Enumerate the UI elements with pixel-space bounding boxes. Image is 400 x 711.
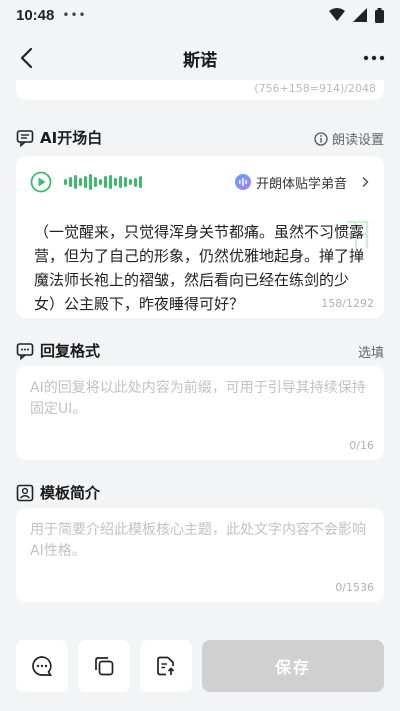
voice-row: 开朗体贴学弟音 [30,170,372,194]
status-time: 10:48 [16,6,55,24]
ai-opening-title: AI开场白 [40,129,103,147]
chat-button[interactable] [16,640,68,692]
reply-format-title: 回复格式 [40,342,101,360]
voice-name-label: 开朗体贴学弟音 [255,176,347,192]
prompt-card-bottom: (756+158=914)/2048 [16,80,384,100]
ai-opening-text[interactable]: （一觉醒来，只觉得浑身关节都痛。虽然不习惯露营，但为了自己的形象，仍然优雅地起身… [34,220,368,316]
info-icon [314,131,328,146]
template-intro-heading: 模板简介 [16,482,100,503]
reply-format-heading: 回复格式 [16,340,100,361]
back-icon [20,47,33,69]
page-title: 斯诺 [183,50,217,71]
app-header: 斯诺 [0,30,400,86]
play-icon[interactable] [30,171,52,193]
template-intro-placeholder: 用于简要介绍此模板核心主题，此处文字内容不会影响AI性格。 [30,522,366,559]
ai-opening-card[interactable]: 开朗体贴学弟音 （一觉醒来，只觉得浑身关节都痛。虽然不习惯露营，但为了自己的形象… [16,156,384,318]
status-icons [329,7,384,23]
reading-settings-link[interactable]: 朗读设置 [314,129,384,148]
copy-icon [95,657,114,676]
template-intro-counter: 0/1536 [335,581,374,594]
optional-label: 选填 [357,346,384,361]
chat-bubble-icon [16,129,34,147]
profile-card-icon [16,484,34,501]
prompt-counter: (756+158=914)/2048 [254,82,376,95]
template-intro-title: 模板简介 [40,484,101,502]
ai-opening-counter: 158/1292 [321,297,374,310]
signal-icon [353,8,367,22]
back-button[interactable] [14,44,42,72]
ai-opening-heading: AI开场白 [16,127,102,148]
voice-waveform [64,174,142,190]
chevron-right-icon [362,176,369,188]
voice-avatar-icon [234,174,251,190]
voice-selector[interactable]: 开朗体贴学弟音 [234,173,372,192]
template-intro-field[interactable]: 用于简要介绍此模板核心主题，此处文字内容不会影响AI性格。 0/1536 [16,508,384,602]
chat-dots-icon [16,342,34,360]
save-button[interactable]: 保存 [202,640,384,692]
export-button[interactable] [140,640,192,692]
reply-format-placeholder: AI的回复将以此处内容为前缀，可用于引导其持续保持固定UI。 [30,380,366,417]
notification-dots: ••• [62,8,87,22]
reading-settings-label: 朗读设置 [331,133,384,148]
reply-format-counter: 0/16 [349,439,374,452]
status-bar: 10:48 ••• [0,0,400,30]
copy-button[interactable] [78,640,130,692]
chat-icon [32,656,53,676]
reply-format-field[interactable]: AI的回复将以此处内容为前缀，可用于引导其持续保持固定UI。 0/16 [16,366,384,460]
bottom-action-bar: 保存 [0,628,400,711]
export-icon [157,656,175,676]
more-button[interactable] [360,44,388,72]
more-icon [363,55,385,61]
battery-icon [375,7,384,23]
wifi-icon [329,8,345,21]
